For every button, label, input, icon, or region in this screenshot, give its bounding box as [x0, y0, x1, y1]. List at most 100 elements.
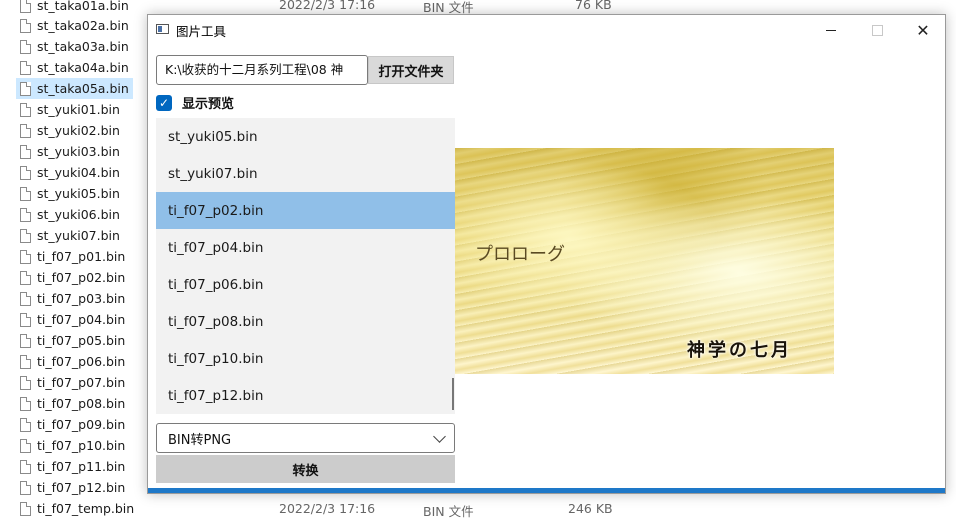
explorer-file-name: ti_f07_p06.bin [37, 354, 126, 369]
explorer-file-row[interactable]: ti_f07_p11.bin [20, 456, 125, 477]
list-scrollbar[interactable] [452, 378, 454, 410]
file-icon [20, 207, 31, 222]
chevron-down-icon [433, 430, 446, 443]
bin-file-item[interactable]: st_yuki05.bin [156, 118, 455, 155]
file-icon [20, 333, 31, 348]
explorer-file-name: st_yuki05.bin [37, 186, 120, 201]
window-accent-bar [148, 488, 945, 493]
explorer-file-row[interactable]: ti_f07_temp.bin [20, 498, 134, 519]
file-icon [20, 291, 31, 306]
maximize-button[interactable] [854, 15, 900, 45]
explorer-file-type: BIN 文件 [423, 504, 474, 519]
explorer-file-row[interactable]: ti_f07_p04.bin [20, 309, 125, 330]
explorer-file-row[interactable]: ti_f07_p08.bin [20, 393, 125, 414]
minimize-icon [826, 29, 836, 31]
explorer-file-name: st_taka03a.bin [37, 39, 129, 54]
image-tool-window: 图片工具 ✕ K:\收获的十二月系列工程\08 神 打开文件夹 ✓ 显示预览 t… [147, 14, 946, 494]
file-icon [20, 60, 31, 75]
explorer-file-row[interactable]: st_yuki02.bin [20, 120, 120, 141]
explorer-file-row[interactable]: st_yuki03.bin [20, 141, 120, 162]
explorer-file-name: st_yuki01.bin [37, 102, 120, 117]
explorer-file-name: ti_f07_p04.bin [37, 312, 126, 327]
explorer-file-row[interactable]: st_taka04a.bin [20, 57, 129, 78]
explorer-file-name: ti_f07_p01.bin [37, 249, 126, 264]
file-icon [20, 186, 31, 201]
explorer-file-row[interactable]: ti_f07_p10.bin [20, 435, 125, 456]
explorer-file-row[interactable]: st_taka01a.bin [20, 0, 129, 16]
explorer-file-row[interactable]: ti_f07_p05.bin [20, 330, 125, 351]
minimize-button[interactable] [808, 15, 854, 45]
file-icon [20, 0, 31, 13]
file-icon [20, 459, 31, 474]
explorer-file-name: ti_f07_p12.bin [37, 480, 126, 495]
bin-file-item[interactable]: ti_f07_p10.bin [156, 340, 455, 377]
bin-file-list[interactable]: ti_f07_p12.bin ti_f07_p10.bin ti_f07_p08.b… [156, 118, 455, 414]
explorer-file-row[interactable]: ti_f07_p07.bin [20, 372, 125, 393]
explorer-file-row[interactable]: ti_f07_p09.bin [20, 414, 125, 435]
file-icon [20, 354, 31, 369]
explorer-file-name: st_yuki04.bin [37, 165, 120, 180]
explorer-file-name: ti_f07_p02.bin [37, 270, 126, 285]
file-icon [20, 39, 31, 54]
explorer-file-name: st_yuki02.bin [37, 123, 120, 138]
file-icon [20, 249, 31, 264]
explorer-file-name: ti_f07_p11.bin [37, 459, 126, 474]
preview-caption: プロローグ [475, 244, 565, 265]
bin-file-item[interactable]: ti_f07_p02.bin [156, 192, 455, 229]
explorer-file-size: 246 KB [568, 501, 613, 516]
explorer-file-row[interactable]: st_yuki06.bin [20, 204, 120, 225]
preview-logo: 神学の七月 [687, 340, 792, 361]
explorer-file-name: ti_f07_temp.bin [37, 501, 135, 516]
file-icon [20, 102, 31, 117]
explorer-file-row[interactable]: ti_f07_p12.bin [20, 477, 125, 498]
explorer-file-row[interactable]: st_yuki01.bin [20, 99, 120, 120]
maximize-icon [871, 24, 883, 36]
file-icon [20, 144, 31, 159]
show-preview-toggle[interactable]: ✓ 显示预览 [156, 93, 234, 112]
explorer-file-name: st_yuki06.bin [37, 207, 120, 222]
app-window-icon [156, 24, 169, 34]
explorer-file-name: st_yuki07.bin [37, 228, 120, 243]
bin-file-item[interactable]: ti_f07_p04.bin [156, 229, 455, 266]
explorer-file-row[interactable]: st_yuki07.bin [20, 225, 120, 246]
explorer-file-row[interactable]: st_yuki04.bin [20, 162, 120, 183]
close-icon: ✕ [916, 20, 930, 40]
explorer-file-row[interactable]: st_taka03a.bin [20, 36, 129, 57]
bin-file-item[interactable]: ti_f07_p06.bin [156, 266, 455, 303]
title-bar[interactable]: 图片工具 ✕ [148, 15, 945, 45]
convert-button[interactable]: 转换 [156, 455, 455, 483]
convert-mode-value: BIN转PNG [168, 432, 232, 448]
explorer-file-row[interactable]: st_taka05a.bin [16, 78, 133, 99]
folder-path-input[interactable]: K:\收获的十二月系列工程\08 神 [156, 55, 368, 85]
file-icon [20, 396, 31, 411]
explorer-file-date: 2022/2/3 17:16 [279, 501, 376, 516]
file-icon [20, 228, 31, 243]
file-icon [20, 438, 31, 453]
explorer-file-row[interactable]: ti_f07_p01.bin [20, 246, 125, 267]
explorer-file-date: 2022/2/3 17:16 [279, 0, 376, 12]
file-icon [20, 123, 31, 138]
file-icon [20, 270, 31, 285]
explorer-file-row[interactable]: st_taka02a.bin [20, 15, 129, 36]
file-icon [20, 165, 31, 180]
explorer-file-name: st_taka05a.bin [37, 81, 129, 96]
bin-file-item[interactable]: ti_f07_p08.bin [156, 303, 455, 340]
window-title: 图片工具 [176, 24, 227, 39]
show-preview-checkbox[interactable]: ✓ [156, 94, 172, 111]
close-button[interactable]: ✕ [900, 15, 946, 45]
convert-mode-select[interactable]: BIN转PNG [156, 423, 455, 453]
explorer-file-name: ti_f07_p05.bin [37, 333, 126, 348]
explorer-file-row[interactable]: st_yuki05.bin [20, 183, 120, 204]
explorer-file-name: st_yuki03.bin [37, 144, 120, 159]
explorer-file-row[interactable]: ti_f07_p02.bin [20, 267, 125, 288]
open-folder-button[interactable]: 打开文件夹 [368, 56, 454, 84]
explorer-file-row[interactable]: ti_f07_p03.bin [20, 288, 125, 309]
bin-file-item[interactable]: ti_f07_p12.bin [156, 377, 455, 414]
file-icon [20, 480, 31, 495]
file-icon [20, 417, 31, 432]
show-preview-label: 显示预览 [182, 97, 235, 112]
explorer-file-name: st_taka04a.bin [37, 60, 129, 75]
explorer-file-name: ti_f07_p07.bin [37, 375, 126, 390]
bin-file-item[interactable]: st_yuki07.bin [156, 155, 455, 192]
explorer-file-row[interactable]: ti_f07_p06.bin [20, 351, 125, 372]
